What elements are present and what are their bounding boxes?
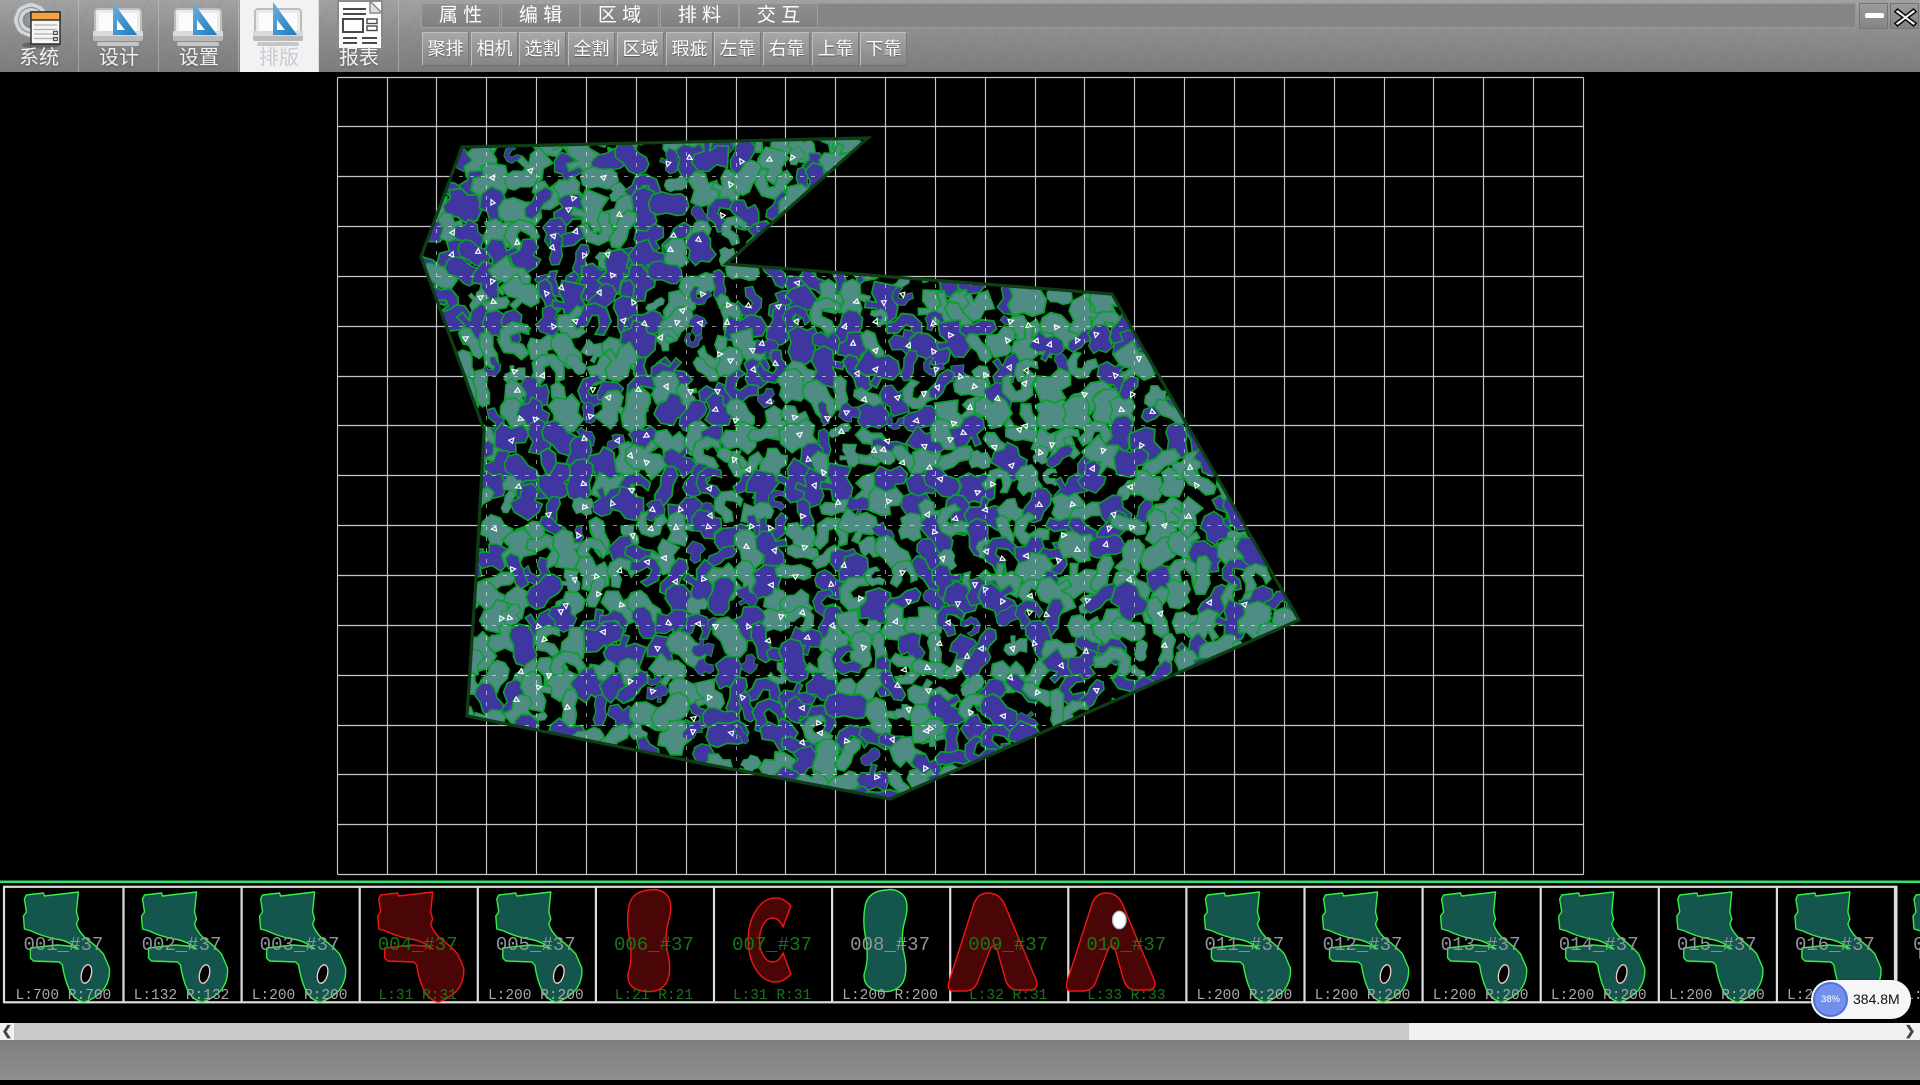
svg-text:L:21 R:21: L:21 R:21	[615, 988, 693, 1004]
svg-text:006_#37: 006_#37	[614, 934, 694, 956]
svg-text:003_#37: 003_#37	[260, 934, 340, 956]
svg-text:011_#37: 011_#37	[1204, 934, 1284, 956]
svg-text:016_#37: 016_#37	[1795, 934, 1875, 956]
svg-text:L:200 R:200: L:200 R:200	[1669, 988, 1765, 1004]
svg-text:008_#37: 008_#37	[850, 934, 930, 956]
svg-text:L:200 R:200: L:200 R:200	[1433, 988, 1529, 1004]
svg-text:001_#37: 001_#37	[23, 934, 103, 956]
svg-text:007_#37: 007_#37	[732, 934, 812, 956]
svg-text:009_#37: 009_#37	[968, 934, 1048, 956]
svg-text:L:700 R:700: L:700 R:700	[16, 988, 112, 1004]
svg-text:L:31 R:31: L:31 R:31	[733, 988, 811, 1004]
svg-text:013_#37: 013_#37	[1441, 934, 1521, 956]
svg-text:017_#37: 017_#37	[1913, 934, 1920, 956]
svg-text:L:32 R:31: L:32 R:31	[969, 988, 1047, 1004]
svg-text:L:132 R:132: L:132 R:132	[134, 988, 230, 1004]
svg-text:014_#37: 014_#37	[1559, 934, 1639, 956]
svg-text:L:33 R:33: L:33 R:33	[1087, 988, 1165, 1004]
svg-text:L:200 R:200: L:200 R:200	[842, 988, 938, 1004]
svg-text:004_#37: 004_#37	[378, 934, 458, 956]
svg-text:015_#37: 015_#37	[1677, 934, 1757, 956]
svg-text:L:200 R:200: L:200 R:200	[252, 988, 348, 1004]
svg-text:005_#37: 005_#37	[496, 934, 576, 956]
svg-text:L:200 R:200: L:200 R:200	[1315, 988, 1411, 1004]
svg-text:L:31 R:31: L:31 R:31	[379, 988, 457, 1004]
svg-text:L:200 R:200: L:200 R:200	[1551, 988, 1647, 1004]
svg-text:002_#37: 002_#37	[142, 934, 222, 956]
svg-text:010_#37: 010_#37	[1086, 934, 1166, 956]
svg-text:012_#37: 012_#37	[1323, 934, 1403, 956]
svg-text:L:200 R:200: L:200 R:200	[1197, 988, 1293, 1004]
svg-text:L:200 R:200: L:200 R:200	[488, 988, 584, 1004]
